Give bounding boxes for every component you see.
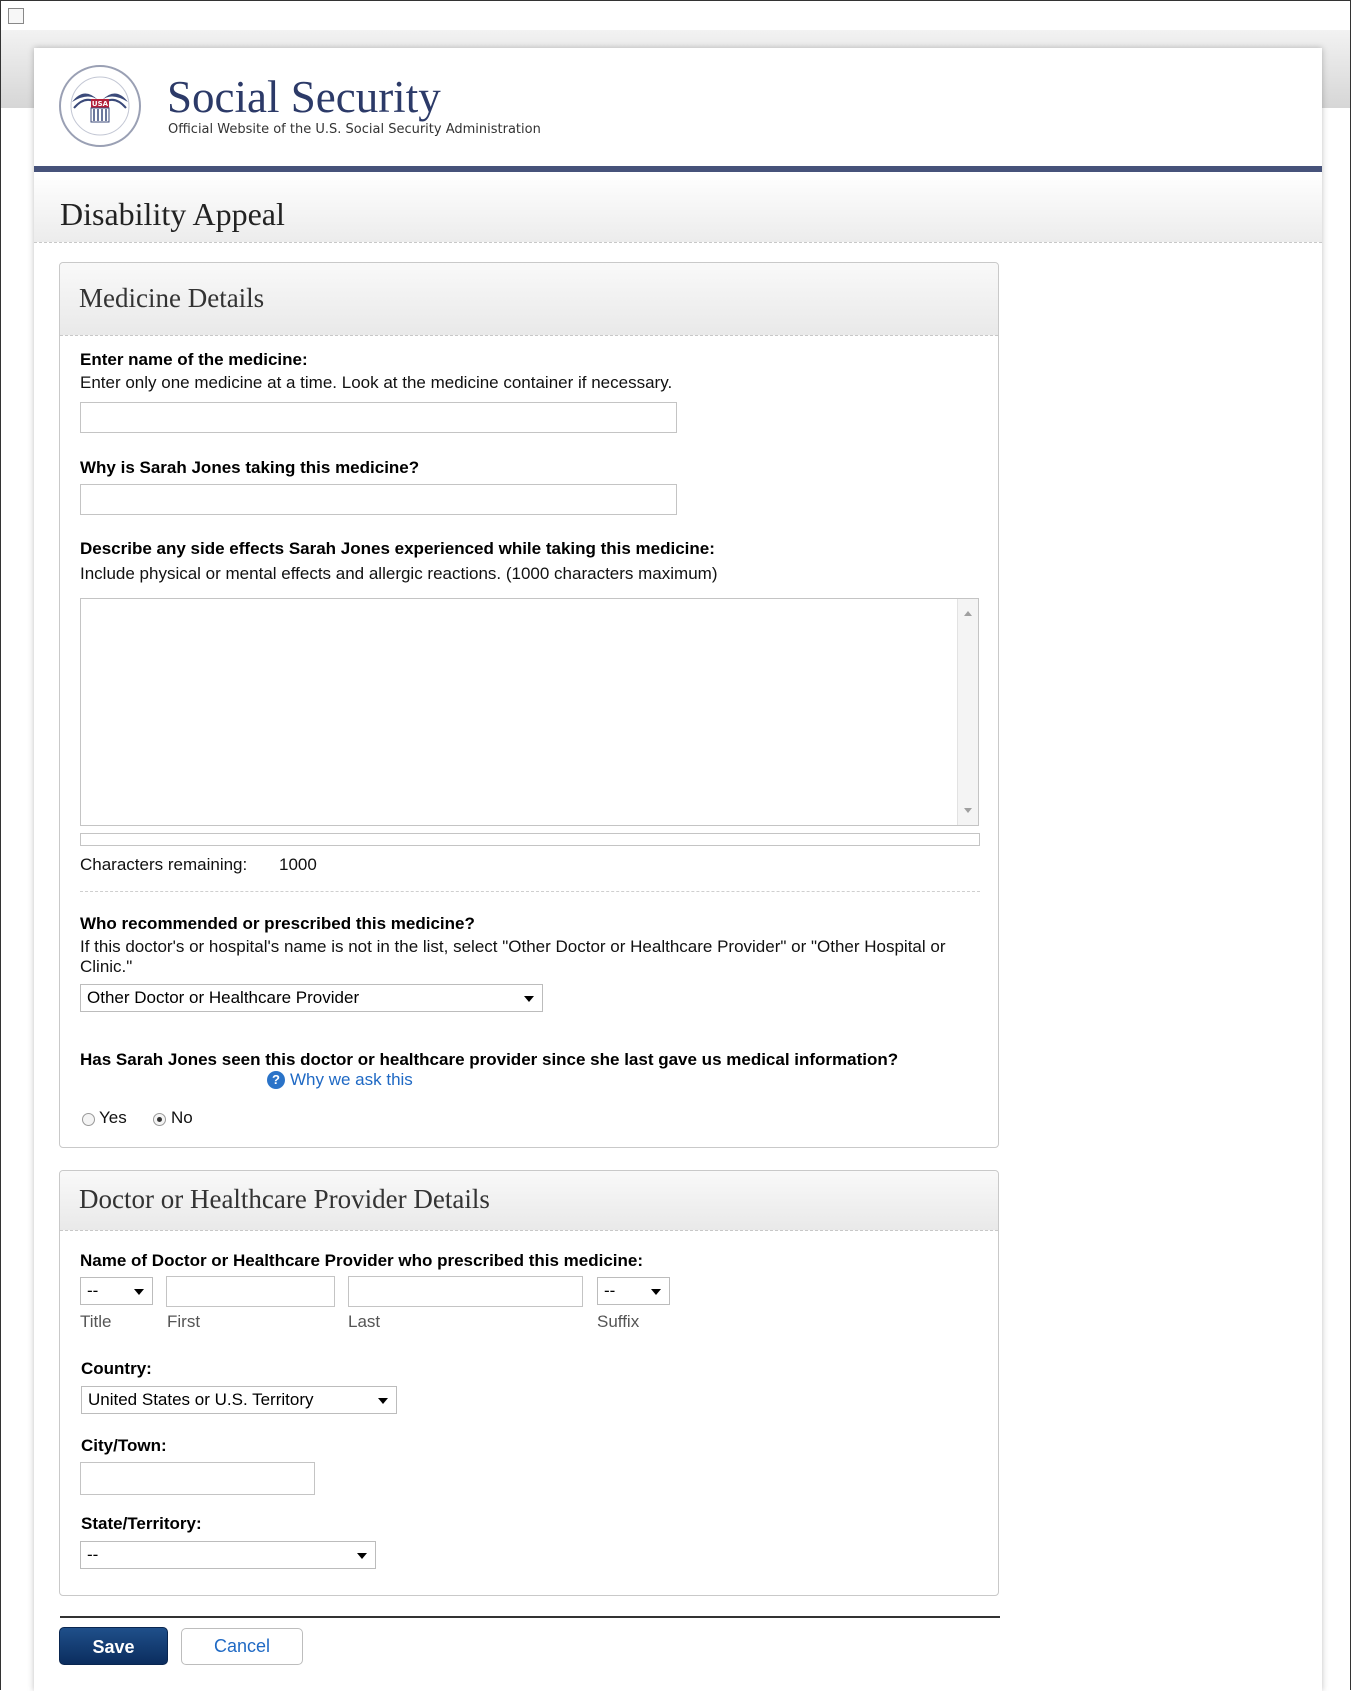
medicine-name-hint: Enter only one medicine at a time. Look …: [80, 373, 673, 392]
textarea-scrollbar[interactable]: [957, 599, 978, 825]
first-sublabel: First: [167, 1312, 201, 1331]
country-select[interactable]: United States or U.S. Territory: [81, 1386, 397, 1414]
seen-provider-label: Has Sarah Jones seen this doctor or heal…: [80, 1050, 899, 1069]
window-corner-box: [8, 8, 24, 24]
city-input[interactable]: [80, 1462, 315, 1495]
site-title[interactable]: Social Security: [167, 72, 441, 122]
country-label: Country:: [81, 1359, 152, 1378]
ssa-seal-logo[interactable]: USA: [58, 64, 142, 148]
save-button[interactable]: Save: [59, 1627, 168, 1665]
form-footer-rule: [60, 1616, 1000, 1618]
seen-yes-label[interactable]: Yes: [99, 1108, 127, 1128]
panel-header: Doctor or Healthcare Provider Details: [60, 1171, 998, 1231]
prescriber-label: Who recommended or prescribed this medic…: [80, 914, 475, 933]
title-select[interactable]: --: [80, 1277, 153, 1305]
suffix-selected: --: [604, 1281, 616, 1300]
section-divider: [80, 891, 980, 892]
reason-label: Why is Sarah Jones taking this medicine?: [80, 458, 420, 477]
chevron-down-icon: [134, 1289, 144, 1295]
state-label: State/Territory:: [81, 1514, 202, 1533]
title-sublabel: Title: [80, 1312, 112, 1331]
cancel-button[interactable]: Cancel: [181, 1628, 303, 1665]
doctor-name-label: Name of Doctor or Healthcare Provider wh…: [80, 1251, 644, 1270]
suffix-select[interactable]: --: [597, 1277, 670, 1305]
seen-no-label[interactable]: No: [171, 1108, 193, 1128]
why-we-ask-link[interactable]: Why we ask this: [290, 1070, 413, 1090]
section-title-medicine: Medicine Details: [79, 283, 265, 313]
chevron-down-icon: [651, 1289, 661, 1295]
state-selected: --: [87, 1545, 99, 1564]
last-name-input[interactable]: [348, 1276, 583, 1307]
suffix-sublabel: Suffix: [597, 1312, 640, 1331]
chevron-down-icon: [524, 996, 534, 1002]
title-selected: --: [87, 1281, 99, 1300]
first-name-input[interactable]: [166, 1276, 335, 1307]
side-effects-textarea[interactable]: [80, 598, 979, 826]
seen-no-radio[interactable]: [153, 1113, 166, 1126]
side-effects-hint: Include physical or mental effects and a…: [80, 564, 718, 583]
state-select[interactable]: --: [80, 1541, 376, 1569]
scroll-down-arrow-icon[interactable]: [964, 808, 972, 813]
country-selected: United States or U.S. Territory: [88, 1390, 314, 1409]
site-subtitle: Official Website of the U.S. Social Secu…: [168, 122, 541, 137]
city-label: City/Town:: [81, 1436, 167, 1455]
side-effects-label: Describe any side effects Sarah Jones ex…: [80, 539, 715, 558]
characters-remaining-count: 1000: [279, 855, 317, 874]
character-count-bar: [80, 833, 980, 846]
panel-header: Medicine Details: [60, 263, 998, 336]
prescriber-select[interactable]: Other Doctor or Healthcare Provider: [80, 984, 543, 1012]
medicine-name-input[interactable]: [80, 402, 677, 433]
help-question-icon[interactable]: ?: [267, 1071, 285, 1089]
medicine-name-label: Enter name of the medicine:: [80, 350, 308, 369]
chevron-down-icon: [357, 1553, 367, 1559]
chevron-down-icon: [378, 1398, 388, 1404]
page-title: Disability Appeal: [60, 196, 285, 232]
prescriber-hint: If this doctor's or hospital's name is n…: [80, 937, 946, 976]
section-title-doctor: Doctor or Healthcare Provider Details: [79, 1184, 490, 1214]
reason-input[interactable]: [80, 484, 677, 515]
site-header: USA Social Security Official Website of …: [34, 48, 1322, 166]
prescriber-selected: Other Doctor or Healthcare Provider: [87, 988, 360, 1007]
seen-yes-radio[interactable]: [82, 1113, 95, 1126]
characters-remaining-label: Characters remaining:: [80, 855, 248, 874]
scroll-up-arrow-icon[interactable]: [964, 611, 972, 616]
last-sublabel: Last: [348, 1312, 381, 1331]
svg-text:USA: USA: [92, 100, 109, 108]
